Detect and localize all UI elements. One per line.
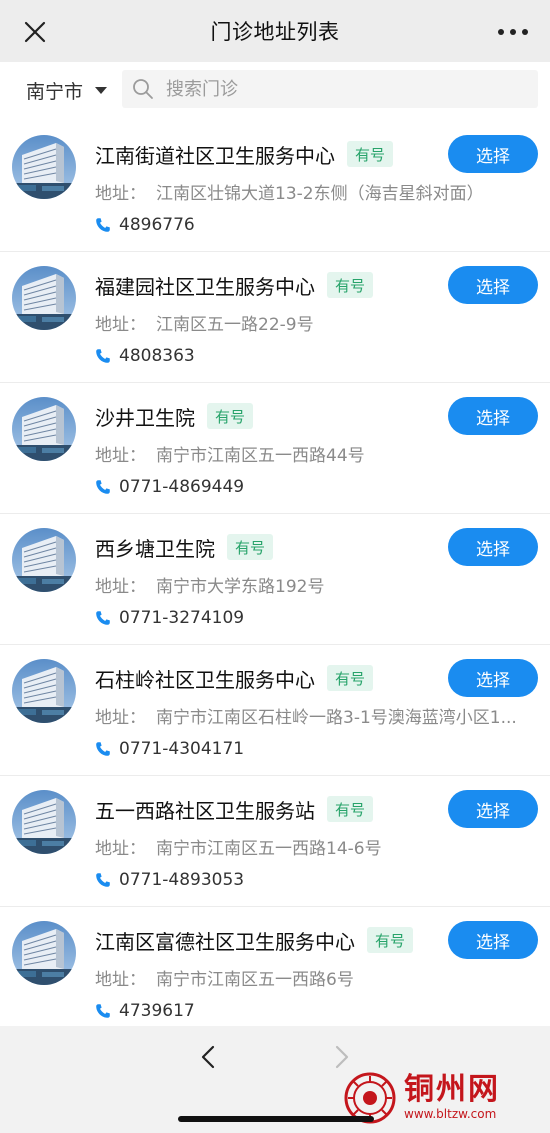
clinic-thumbnail	[12, 659, 76, 723]
address-label: 地址：	[95, 184, 146, 204]
clinic-list-item[interactable]: 石柱岭社区卫生服务中心 有号 选择 地址： 南宁市江南区石柱岭一路3-1号澳海蓝…	[0, 645, 550, 776]
address-value: 南宁市江南区五一西路44号	[156, 446, 365, 466]
select-button[interactable]: 选择	[448, 266, 538, 304]
clinic-thumbnail	[12, 790, 76, 854]
clinic-name: 五一西路社区卫生服务站	[95, 798, 315, 823]
clinic-thumbnail	[12, 921, 76, 985]
home-indicator	[178, 1116, 374, 1122]
phone-icon	[95, 610, 111, 626]
caret-down-icon	[95, 86, 108, 94]
clinic-list-item[interactable]: 西乡塘卫生院 有号 选择 地址： 南宁市大学东路192号 0771-327410…	[0, 514, 550, 645]
phone-number: 0771-4304171	[119, 739, 245, 759]
phone-icon	[95, 1003, 111, 1019]
select-button[interactable]: 选择	[448, 659, 538, 697]
phone-icon	[95, 479, 111, 495]
back-arrow-icon[interactable]	[196, 1044, 222, 1070]
availability-badge: 有号	[207, 403, 254, 429]
select-button[interactable]: 选择	[448, 528, 538, 566]
availability-badge: 有号	[367, 927, 414, 953]
clinic-address: 地址： 南宁市江南区五一西路14-6号	[95, 834, 535, 860]
clinic-list-item[interactable]: 江南街道社区卫生服务中心 有号 选择 地址： 江南区壮锦大道13-2东侧（海吉星…	[0, 121, 550, 252]
clinic-thumbnail	[12, 528, 76, 592]
search-box[interactable]	[122, 70, 538, 108]
clinic-address: 地址： 南宁市大学东路192号	[95, 572, 535, 598]
address-label: 地址：	[95, 708, 146, 728]
address-label: 地址：	[95, 446, 146, 466]
availability-badge: 有号	[327, 665, 374, 691]
select-button[interactable]: 选择	[448, 790, 538, 828]
search-input[interactable]	[166, 78, 526, 100]
clinic-name: 沙井卫生院	[95, 405, 195, 430]
phone-icon	[95, 348, 111, 364]
clinic-phone[interactable]: 0771-4893053	[95, 868, 244, 892]
clinic-list: 江南街道社区卫生服务中心 有号 选择 地址： 江南区壮锦大道13-2东侧（海吉星…	[0, 121, 550, 1038]
clinic-name: 江南街道社区卫生服务中心	[95, 143, 335, 168]
clinic-thumbnail	[12, 397, 76, 461]
phone-number: 4808363	[119, 346, 195, 366]
availability-badge: 有号	[227, 534, 274, 560]
availability-badge: 有号	[327, 796, 374, 822]
clinic-phone[interactable]: 4808363	[95, 344, 195, 368]
availability-badge: 有号	[327, 272, 374, 298]
bottom-toolbar: 铜州网 www.bltzw.com	[0, 1026, 550, 1133]
clinic-list-item[interactable]: 江南区富德社区卫生服务中心 有号 选择 地址： 南宁市江南区五一西路6号 473…	[0, 907, 550, 1038]
select-button[interactable]: 选择	[448, 135, 538, 173]
clinic-address: 地址： 南宁市江南区石柱岭一路3-1号澳海蓝湾小区1...	[95, 703, 535, 729]
clinic-list-item[interactable]: 五一西路社区卫生服务站 有号 选择 地址： 南宁市江南区五一西路14-6号 07…	[0, 776, 550, 907]
address-value: 南宁市江南区五一西路14-6号	[156, 839, 382, 859]
address-label: 地址：	[95, 839, 146, 859]
clinic-phone[interactable]: 0771-4304171	[95, 737, 244, 761]
phone-number: 0771-4893053	[119, 870, 245, 890]
address-label: 地址：	[95, 315, 146, 335]
clinic-address: 地址： 南宁市江南区五一西路6号	[95, 965, 535, 991]
clinic-list-item[interactable]: 福建园社区卫生服务中心 有号 选择 地址： 江南区五一路22-9号 480836…	[0, 252, 550, 383]
address-value: 南宁市江南区石柱岭一路3-1号澳海蓝湾小区1...	[156, 708, 517, 728]
city-dropdown[interactable]: 南宁市	[26, 74, 108, 106]
phone-number: 0771-4869449	[119, 477, 245, 497]
availability-badge: 有号	[347, 141, 394, 167]
address-label: 地址：	[95, 970, 146, 990]
city-label: 南宁市	[26, 80, 84, 103]
clinic-thumbnail	[12, 135, 76, 199]
phone-number: 0771-3274109	[119, 608, 245, 628]
clinic-list-item[interactable]: 沙井卫生院 有号 选择 地址： 南宁市江南区五一西路44号 0771-48694…	[0, 383, 550, 514]
phone-icon	[95, 217, 111, 233]
clinic-address: 地址： 江南区壮锦大道13-2东侧（海吉星斜对面）	[95, 179, 535, 205]
phone-icon	[95, 872, 111, 888]
close-icon[interactable]	[20, 17, 50, 47]
clinic-phone[interactable]: 4896776	[95, 213, 195, 237]
phone-number: 4896776	[119, 215, 195, 235]
clinic-phone[interactable]: 0771-3274109	[95, 606, 244, 630]
navigation-bar: 门诊地址列表	[0, 0, 550, 62]
watermark-url: www.bltzw.com	[404, 1107, 497, 1121]
clinic-phone[interactable]: 0771-4869449	[95, 475, 244, 499]
address-value: 南宁市大学东路192号	[156, 577, 325, 597]
address-value: 南宁市江南区五一西路6号	[156, 970, 354, 990]
page-title: 门诊地址列表	[210, 20, 340, 44]
forward-arrow-icon[interactable]	[328, 1044, 354, 1070]
address-value: 江南区五一路22-9号	[156, 315, 314, 335]
watermark: 铜州网 www.bltzw.com	[344, 1068, 544, 1128]
select-button[interactable]: 选择	[448, 921, 538, 959]
select-button[interactable]: 选择	[448, 397, 538, 435]
address-value: 江南区壮锦大道13-2东侧（海吉星斜对面）	[156, 184, 484, 204]
clinic-address: 地址： 南宁市江南区五一西路44号	[95, 441, 535, 467]
search-row: 南宁市	[0, 62, 550, 118]
clinic-name: 石柱岭社区卫生服务中心	[95, 667, 315, 692]
clinic-phone[interactable]: 4739617	[95, 999, 195, 1023]
phone-icon	[95, 741, 111, 757]
address-label: 地址：	[95, 577, 146, 597]
watermark-title: 铜州网	[404, 1072, 500, 1107]
clinic-name: 西乡塘卫生院	[95, 536, 215, 561]
clinic-thumbnail	[12, 266, 76, 330]
clinic-name: 福建园社区卫生服务中心	[95, 274, 315, 299]
phone-number: 4739617	[119, 1001, 195, 1021]
clinic-address: 地址： 江南区五一路22-9号	[95, 310, 535, 336]
search-icon	[132, 78, 154, 100]
clinic-name: 江南区富德社区卫生服务中心	[95, 929, 355, 954]
more-icon[interactable]	[498, 20, 528, 44]
